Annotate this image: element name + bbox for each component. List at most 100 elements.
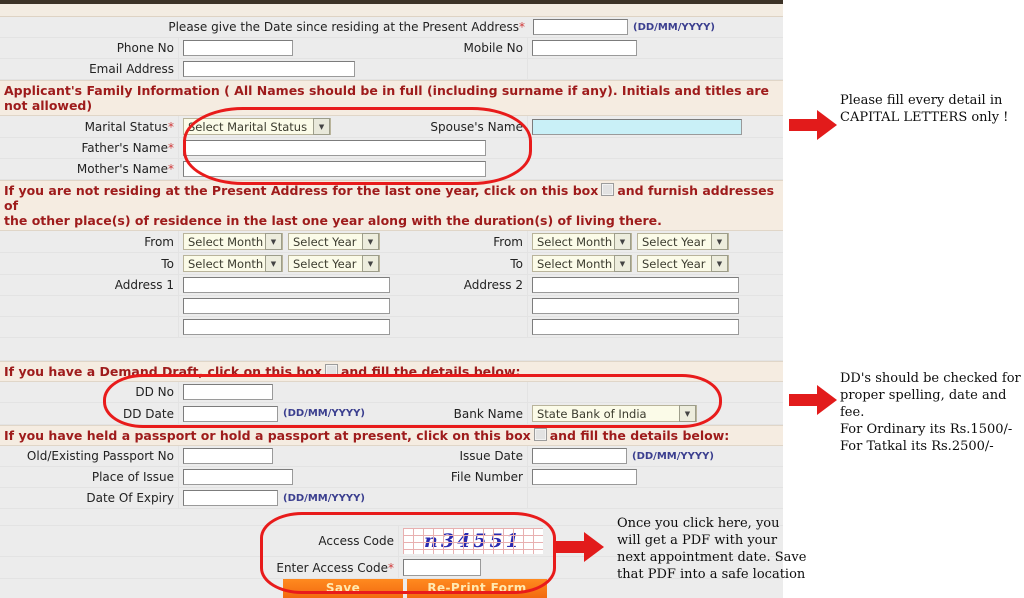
chevron-down-icon: ▼: [614, 233, 631, 250]
reprint-form-button[interactable]: Re-Print Form: [407, 579, 547, 598]
marital-status-select[interactable]: Select Marital Status ▼: [183, 118, 332, 135]
row-address-line-1: Address 1 Address 2: [0, 275, 783, 296]
place-of-issue-input[interactable]: [183, 469, 293, 485]
spouse-name-field-cell: [527, 116, 783, 137]
old-passport-no-field-cell: [178, 446, 400, 466]
address-2-field-cell: [527, 275, 783, 295]
from-year-select-1[interactable]: Select Year ▼: [288, 233, 380, 250]
dd-no-input[interactable]: [183, 384, 273, 400]
present-address-date-input[interactable]: [533, 19, 628, 35]
passport-held-checkbox[interactable]: [533, 428, 547, 441]
address-2-label: Address 2: [463, 278, 523, 292]
from-2-field-cell: Select Month ▼ Select Year ▼: [527, 231, 783, 252]
to-1-field-cell: Select Month ▼ Select Year ▼: [178, 253, 400, 274]
passport-application-form: Please give the Date since residing at t…: [0, 17, 783, 598]
dd-no-spacer-cell: [527, 382, 783, 402]
date-of-expiry-input[interactable]: [183, 490, 278, 506]
captcha-grid-overlay: [403, 528, 543, 554]
old-passport-no-input[interactable]: [183, 448, 273, 464]
chevron-down-icon: ▼: [679, 405, 696, 422]
date-format-hint: (DD/MM/YYYY): [633, 21, 715, 33]
address-1-input-line2[interactable]: [183, 298, 390, 314]
spouse-name-label: Spouse's Name: [430, 119, 523, 134]
mothers-name-field-cell: [178, 159, 783, 179]
arrow-icon-demand-draft: [789, 385, 837, 415]
from-month-select-2[interactable]: Select Month ▼: [532, 233, 632, 250]
address-2-line2-label: [400, 296, 527, 316]
to-label-2: To: [510, 256, 523, 271]
mobile-no-input[interactable]: [532, 40, 637, 56]
mothers-name-label-text: Mother's Name: [76, 162, 168, 176]
address-2-input-line3[interactable]: [532, 319, 739, 335]
mothers-name-input[interactable]: [183, 161, 486, 177]
chevron-down-icon: ▼: [362, 255, 379, 272]
save-button[interactable]: Save: [283, 579, 403, 598]
place-of-issue-field-cell: [178, 467, 400, 487]
to-year-select-2[interactable]: Select Year ▼: [637, 255, 729, 272]
to-month-select-2[interactable]: Select Month ▼: [532, 255, 632, 272]
button-row-left-spacer: [0, 579, 283, 598]
fathers-name-input[interactable]: [183, 140, 486, 156]
to-year-select-1[interactable]: Select Year ▼: [288, 255, 380, 272]
from-month-select-1[interactable]: Select Month ▼: [183, 233, 283, 250]
email-row-spacer-label: [400, 59, 527, 79]
residence-checkbox[interactable]: [601, 183, 615, 196]
marital-status-field-cell: Select Marital Status ▼: [178, 116, 400, 137]
email-row-spacer-cell: [527, 59, 783, 79]
row-to: To Select Month ▼ Select Year ▼ To Selec…: [0, 253, 783, 275]
to-month-select-1[interactable]: Select Month ▼: [183, 255, 283, 272]
demand-draft-checkbox[interactable]: [324, 364, 338, 377]
spacer-row: [0, 338, 783, 361]
email-address-label: Email Address: [89, 62, 174, 76]
email-address-input[interactable]: [183, 61, 355, 77]
bank-name-selected-value: State Bank of India: [537, 406, 647, 421]
enter-access-code-input[interactable]: [403, 559, 481, 576]
present-address-date-label-text: Please give the Date since residing at t…: [168, 20, 519, 34]
section-header-residence: If you are not residing at the Present A…: [0, 180, 783, 231]
address-1-input-line3[interactable]: [183, 319, 390, 335]
required-star: *: [168, 119, 174, 134]
phone-no-field-cell: [178, 38, 400, 58]
note-capital-letters: Please fill every detail in CAPITAL LETT…: [840, 93, 1009, 125]
residence-line1-text: If you are not residing at the Present A…: [4, 183, 599, 198]
from-year-select-2[interactable]: Select Year ▼: [637, 233, 729, 250]
captcha-image: n34551: [403, 528, 543, 554]
fathers-name-label-text: Father's Name: [81, 141, 168, 155]
bank-name-select[interactable]: State Bank of India ▼: [532, 405, 697, 422]
chevron-down-icon: ▼: [711, 255, 728, 272]
section-header-family: Applicant's Family Information ( All Nam…: [0, 80, 783, 116]
present-address-date-label: Please give the Date since residing at t…: [0, 17, 529, 37]
dd-date-input[interactable]: [183, 405, 278, 422]
dd-section-line1-text: If you have a Demand Draft, click on thi…: [4, 364, 322, 379]
enter-access-code-label: Enter Access Code *: [0, 557, 398, 578]
required-star: *: [519, 20, 525, 34]
row-date-of-expiry: Date Of Expiry (DD/MM/YYYY): [0, 488, 783, 509]
passport-section-line2-text: and fill the details below:: [549, 428, 730, 443]
arrow-icon-pdf: [556, 532, 604, 562]
section-header-demand-draft: If you have a Demand Draft, click on thi…: [0, 361, 783, 382]
row-mothers-name: Mother's Name *: [0, 159, 783, 180]
file-number-label: File Number: [450, 470, 523, 484]
issue-date-input[interactable]: [532, 448, 627, 464]
required-star: *: [168, 141, 174, 155]
address-2-input-line1[interactable]: [532, 277, 739, 293]
issue-date-label: Issue Date: [459, 449, 523, 463]
address-2-line3-label: [400, 317, 527, 337]
address-1-input-line1[interactable]: [183, 277, 390, 293]
spouse-name-input[interactable]: [532, 118, 742, 135]
expiry-spacer-cell: [527, 488, 783, 508]
mobile-no-field-cell: [527, 38, 783, 58]
row-dd-date-bank: DD Date (DD/MM/YYYY) Bank Name State Ban…: [0, 403, 783, 425]
place-of-issue-label: Place of Issue: [91, 470, 174, 484]
dd-section-line2-text: and fill the details below:: [340, 364, 521, 379]
file-number-input[interactable]: [532, 469, 637, 485]
to-label-1: To: [161, 256, 174, 271]
row-fathers-name: Father's Name *: [0, 138, 783, 159]
mobile-no-label: Mobile No: [463, 41, 524, 55]
row-address-line-3: [0, 317, 783, 338]
marital-status-label-text: Marital Status: [84, 119, 168, 134]
phone-no-input[interactable]: [183, 40, 293, 56]
address-2-input-line2[interactable]: [532, 298, 739, 314]
row-address-line-2: [0, 296, 783, 317]
row-phone-mobile: Phone No Mobile No: [0, 38, 783, 59]
